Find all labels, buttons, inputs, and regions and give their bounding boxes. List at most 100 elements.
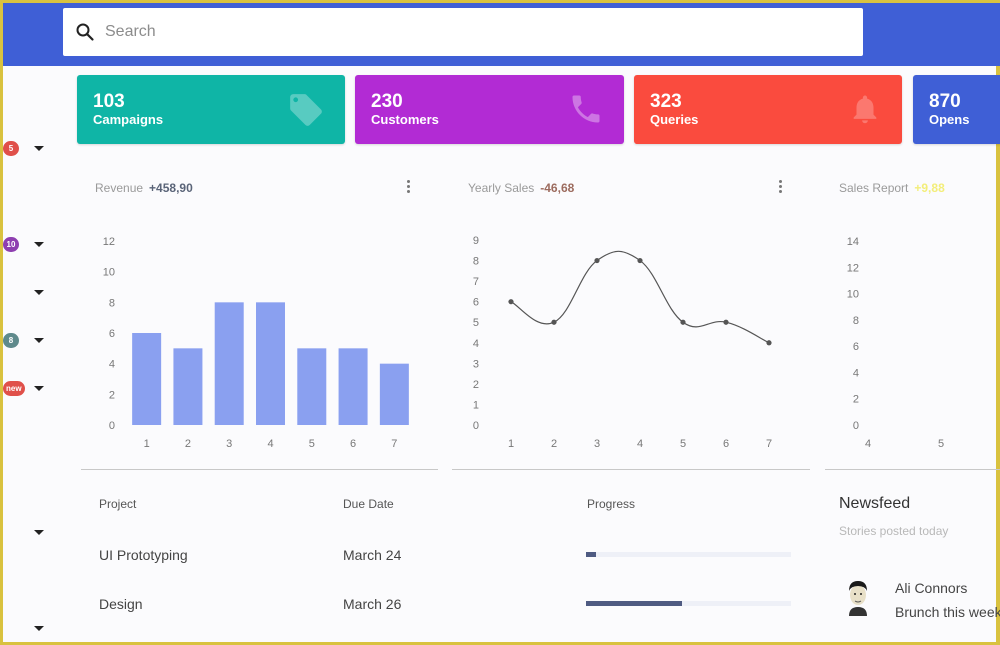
due-date: March 24 [343,547,402,563]
caret-down-icon[interactable] [34,290,44,295]
y-tick-label: 0 [109,420,115,432]
caret-down-icon[interactable] [34,626,44,631]
sidebar-item[interactable] [3,523,63,543]
x-tick-label: 3 [594,438,600,450]
y-tick-label: 6 [473,297,479,309]
bar [256,302,285,425]
x-tick-label: 4 [637,438,643,450]
bar [338,348,368,425]
caret-down-icon[interactable] [34,242,44,247]
sidebar-item[interactable]: 8 [3,331,63,351]
tag-icon [290,94,322,126]
stat-value: 870 [929,91,961,112]
x-tick-label: 5 [680,438,686,450]
progress-bar [586,601,791,606]
y-tick-label: 0 [853,420,859,432]
x-tick-label: 6 [723,438,729,450]
notification-badge: 8 [3,333,19,348]
x-tick-label: 2 [551,438,557,450]
sales-report-card-header: Sales Report +9,88 [839,181,945,195]
news-message: Brunch this week [895,604,1000,620]
y-tick-label: 12 [847,262,859,274]
column-header-project[interactable]: Project [99,497,136,511]
sales-report-chart: 0 2 4 6 8 10 12 14 4 5 [847,236,944,450]
caret-down-icon[interactable] [34,146,44,151]
search-icon [76,23,94,41]
y-tick-label: 10 [103,267,115,279]
y-tick-label: 8 [109,297,115,309]
divider [81,469,438,470]
y-tick-label: 4 [473,338,479,350]
y-tick-label: 14 [847,236,859,248]
y-tick-label: 2 [109,389,115,401]
newsfeed-subtitle: Stories posted today [839,524,949,538]
project-name: UI Prototyping [99,547,188,563]
y-tick-label: 2 [473,379,479,391]
yearly-sales-card-header: Yearly Sales -46,68 [468,181,574,195]
data-point[interactable] [594,257,600,264]
sidebar-item[interactable] [3,283,63,303]
stat-card-queries[interactable]: 323 Queries [634,75,902,144]
y-tick-label: 10 [847,289,859,301]
notification-badge: 5 [3,141,19,156]
stat-card-customers[interactable]: 230 Customers [355,75,624,144]
column-header-progress[interactable]: Progress [587,497,635,511]
due-date: March 26 [343,596,402,612]
y-tick-label: 6 [109,328,115,340]
bar [173,348,203,425]
card-title: Revenue [95,181,144,195]
y-tick-label: 5 [473,317,479,329]
sidebar-item[interactable]: 5 [3,139,63,159]
x-tick-label: 7 [391,438,397,450]
more-options-icon[interactable] [407,180,411,195]
caret-down-icon[interactable] [34,386,44,391]
x-tick-label: 1 [144,438,150,450]
y-tick-label: 2 [853,394,859,406]
data-point[interactable] [637,257,643,264]
notification-badge: new [3,381,25,396]
data-point[interactable] [723,319,729,325]
column-header-due-date[interactable]: Due Date [343,497,394,511]
y-tick-label: 1 [473,399,479,411]
data-point[interactable] [680,319,686,325]
sidebar: 5 10 8 new [3,66,63,645]
more-options-icon[interactable] [779,180,783,195]
sidebar-item[interactable]: 10 [3,235,63,255]
progress-bar [586,552,791,557]
x-tick-label: 4 [865,438,871,450]
stat-label: Opens [929,112,970,127]
sidebar-item[interactable] [3,619,63,639]
avatar [849,581,867,616]
data-point[interactable] [766,340,772,346]
y-tick-label: 12 [103,236,115,248]
data-point[interactable] [551,319,557,325]
search-bar[interactable] [63,8,863,56]
divider [825,469,1000,470]
x-tick-label: 3 [226,438,232,450]
series-line [510,250,770,344]
project-name: Design [99,596,143,612]
search-input[interactable] [105,23,805,41]
stat-card-campaigns[interactable]: 103 Campaigns [77,75,345,144]
y-tick-label: 4 [853,367,859,379]
card-value: -46,68 [540,181,575,195]
x-tick-label: 6 [350,438,356,450]
caret-down-icon[interactable] [34,530,44,535]
revenue-bar-chart: 0246810121 2 3 4 5 6 7 [103,236,409,450]
x-tick-label: 1 [508,438,514,450]
newsfeed-title: Newsfeed [839,495,911,512]
revenue-card-header: Revenue +458,90 [95,181,193,195]
x-tick-label: 5 [309,438,315,450]
y-tick-label: 9 [473,235,479,247]
bar [132,333,162,425]
x-tick-label: 2 [185,438,191,450]
stat-card-opens[interactable]: 870 Opens [913,75,1000,144]
bar [214,302,244,425]
news-author: Ali Connors [895,580,968,596]
y-tick-label: 8 [853,315,859,327]
sidebar-item[interactable]: new [3,379,63,399]
caret-down-icon[interactable] [34,338,44,343]
y-tick-label: 7 [473,276,479,288]
y-tick-label: 6 [853,341,859,353]
data-point[interactable] [508,299,514,305]
